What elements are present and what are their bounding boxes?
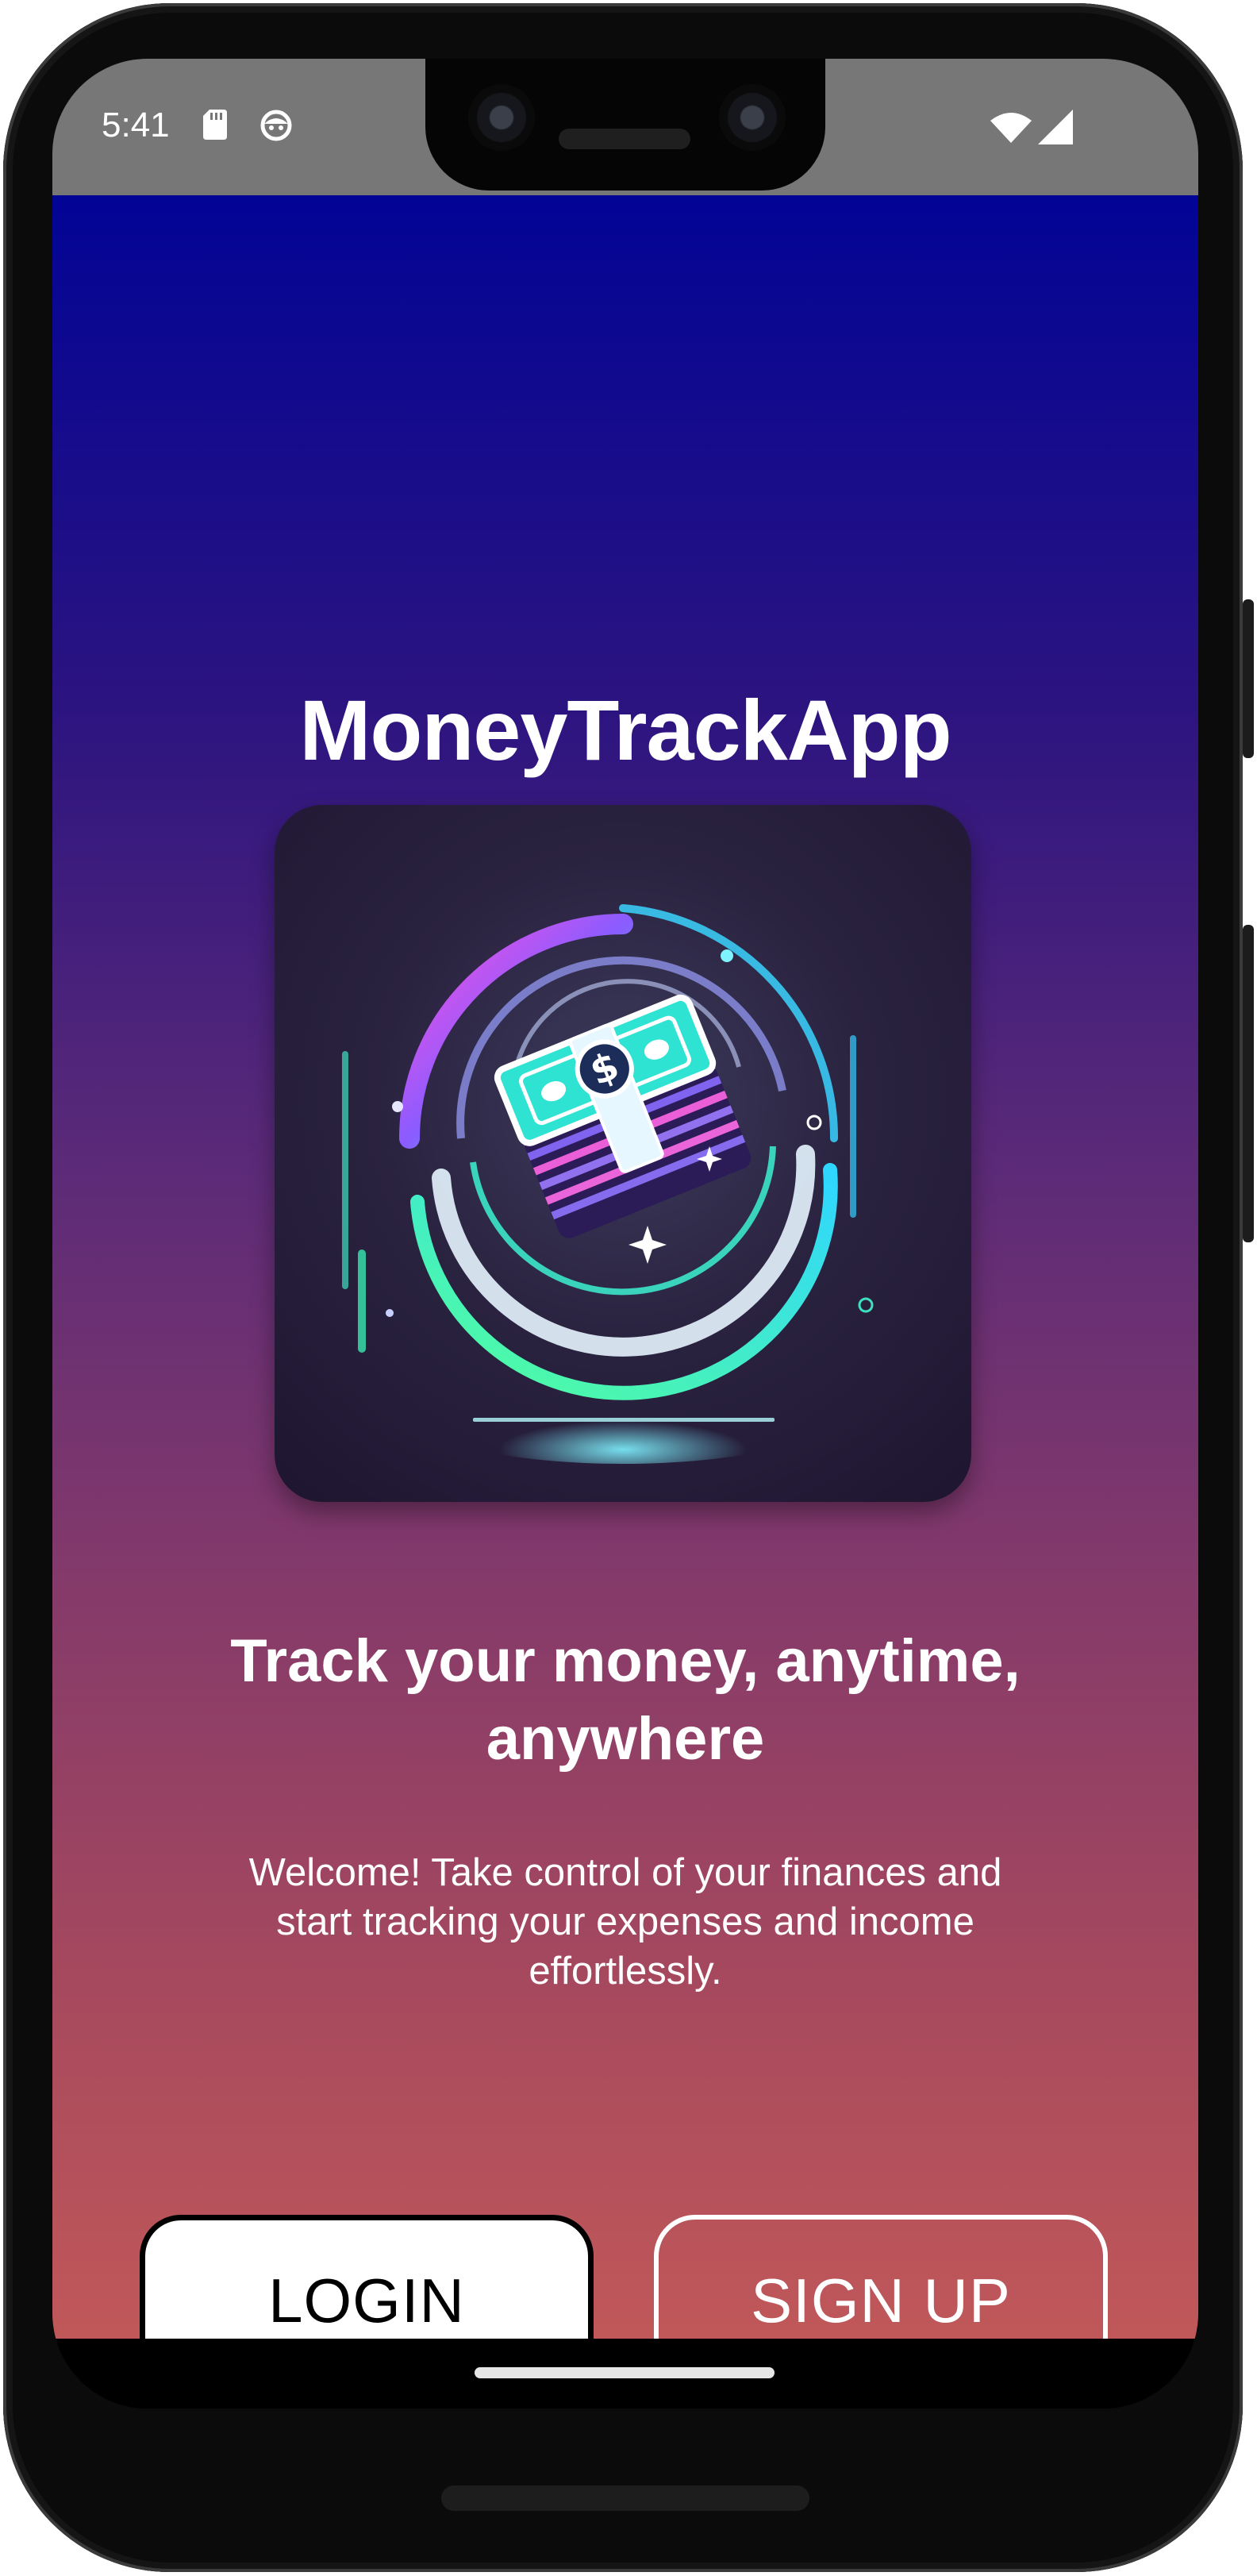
sd-card-icon: [203, 110, 227, 140]
volume-button[interactable]: [1243, 925, 1254, 1242]
navigation-bar: [52, 2339, 1198, 2409]
earpiece-speaker: [559, 129, 690, 149]
status-time: 5:41: [102, 106, 170, 144]
welcome-text: Welcome! Take control of your finances a…: [248, 1851, 1002, 1993]
phone-frame: 5:41 MoneyTrackApp $ Track your money, a…: [3, 3, 1243, 2572]
home-indicator[interactable]: [475, 2367, 775, 2378]
welcome-screen: MoneyTrackApp $ Track your money, anytim…: [52, 195, 1198, 2386]
money-stack-logo-icon: $: [275, 805, 971, 1502]
face-icon: [260, 110, 292, 141]
app-title: MoneyTrackApp: [299, 682, 951, 778]
wifi-icon: [990, 113, 1032, 143]
front-camera-right: [719, 84, 786, 151]
status-bar: 5:41: [52, 59, 1198, 195]
phone-screen: 5:41 MoneyTrackApp $ Track your money, a…: [52, 59, 1198, 2409]
tagline: Track your money, anytime, anywhere: [230, 1627, 1021, 1773]
signal-icon: [1038, 110, 1073, 144]
front-camera-left: [468, 84, 535, 151]
power-button[interactable]: [1243, 599, 1254, 758]
display-notch: [425, 59, 825, 191]
bottom-speaker-grille: [441, 2486, 809, 2511]
